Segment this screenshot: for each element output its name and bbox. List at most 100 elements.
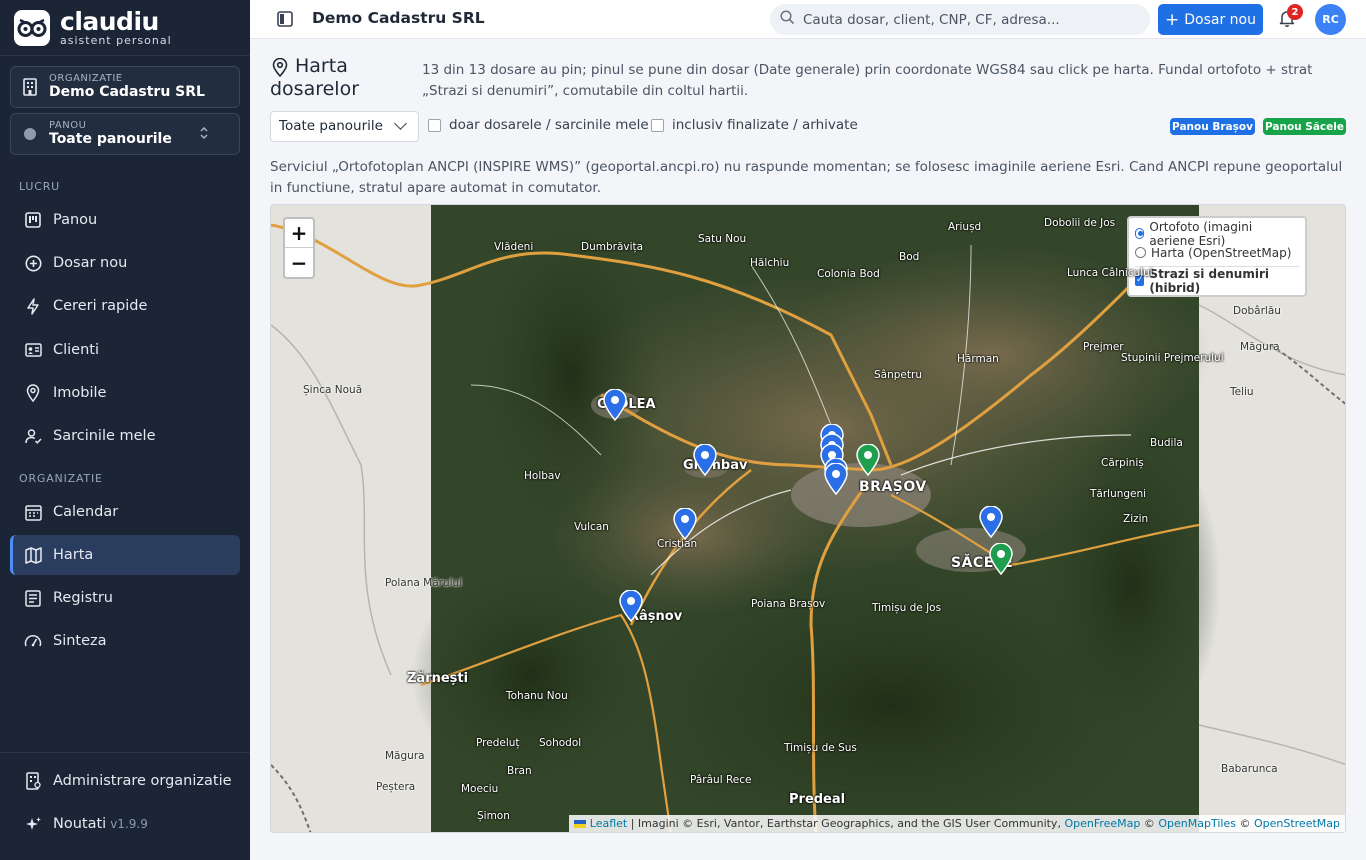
attribution-leaflet-link[interactable]: Leaflet: [590, 817, 627, 830]
owl-logo-icon: [14, 9, 50, 46]
chevron-up-down-icon: [199, 126, 209, 141]
sidebar-toggle-icon[interactable]: [277, 11, 293, 27]
id-card-icon: [24, 341, 42, 359]
include-finished-checkbox[interactable]: inclusiv finalizate / arhivate: [651, 117, 858, 133]
place-label: Dumbrăvița: [581, 241, 644, 253]
case-pin-brasov[interactable]: [693, 444, 717, 476]
panel-selector[interactable]: PANOU Toate panourile: [10, 113, 240, 155]
map-background: [271, 205, 1345, 832]
place-label: Hărman: [957, 353, 999, 365]
place-label: Sohodol: [539, 737, 582, 749]
calendar-icon: [24, 503, 42, 521]
layer-streets-option[interactable]: ✓ Strazi si denumiri (hibrid): [1135, 267, 1299, 295]
checkbox-box[interactable]: [651, 118, 664, 132]
layer-ortho-option[interactable]: Ortofoto (imagini aeriene Esri): [1135, 220, 1299, 248]
nav-item-sarcinile-mele[interactable]: Sarcinile mele: [10, 416, 240, 456]
organization-label: ORGANIZATIE: [49, 73, 123, 85]
nav-item-label: Clienti: [53, 342, 100, 358]
layer-osm-option[interactable]: Harta (OpenStreetMap): [1135, 243, 1299, 262]
place-label: Cărpiniș: [1101, 457, 1144, 469]
place-label: Colonia Bod: [817, 268, 880, 280]
search-input[interactable]: [803, 11, 1133, 28]
organization-value: Demo Cadastru SRL: [49, 84, 205, 101]
attribution-text: | Imagini © Esri, Vantor, Earthstar Geog…: [627, 817, 1065, 830]
app-version: v1.9.9: [110, 817, 148, 831]
new-case-button[interactable]: + Dosar nou: [1158, 4, 1263, 35]
layer-ortho-label: Ortofoto (imagini aeriene Esri): [1149, 219, 1253, 248]
brand-name: claudiu: [60, 7, 159, 36]
place-label: Prejmer: [1083, 341, 1124, 353]
place-label: Hălchiu: [750, 257, 790, 269]
panel-label: PANOU: [49, 120, 87, 132]
place-label: Măgura: [385, 750, 425, 762]
place-label: Vulcan: [574, 521, 609, 533]
nav-item-label: Panou: [53, 212, 98, 228]
place-label: Poiana Brașov: [751, 598, 826, 610]
place-label: Stupinii Prejmerului: [1121, 352, 1224, 364]
case-pin-brasov[interactable]: [979, 506, 1003, 538]
global-search[interactable]: [770, 4, 1150, 35]
building-icon: [21, 78, 39, 96]
place-label: Șinca Nouă: [303, 384, 363, 396]
section-title-work: LUCRU: [19, 180, 61, 193]
nav-item-label: Cereri rapide: [53, 298, 148, 314]
brand[interactable]: claudiu asistent personal: [0, 0, 250, 56]
panel-filter-select[interactable]: Toate panourile: [270, 111, 419, 142]
case-pin-brasov[interactable]: [619, 590, 643, 622]
nav-item-admin[interactable]: Administrare organizatie: [10, 761, 240, 801]
case-pin-brasov[interactable]: [673, 508, 697, 540]
section-title-organization: ORGANIZATIE: [19, 472, 103, 485]
notification-badge: 2: [1287, 4, 1303, 20]
nav-item-label: Calendar: [53, 504, 119, 520]
radio-osm[interactable]: [1135, 247, 1146, 258]
only-mine-checkbox[interactable]: doar dosarele / sarcinile mele: [428, 117, 649, 133]
legend-pill-sacele: Panou Săcele: [1263, 118, 1346, 135]
nav-item-label: Sinteza: [53, 633, 107, 649]
nav-item-news[interactable]: Noutati v1.9.9: [10, 804, 240, 844]
nav-item-imobile[interactable]: Imobile: [10, 373, 240, 413]
sidebar: claudiu asistent personal ORGANIZATIE De…: [0, 0, 250, 860]
case-pin-brasov[interactable]: [603, 389, 627, 421]
plus-icon: +: [1165, 9, 1180, 30]
organization-selector[interactable]: ORGANIZATIE Demo Cadastru SRL: [10, 66, 240, 108]
plus-circle-icon: [24, 254, 42, 272]
map-canvas[interactable]: + − Ortofoto (imagini aeriene Esri) Hart…: [270, 204, 1346, 833]
user-avatar[interactable]: RC: [1315, 4, 1346, 35]
nav-item-panou[interactable]: Panou: [10, 200, 240, 240]
place-label: Zărnești: [407, 671, 469, 686]
zoom-control: + −: [283, 217, 315, 279]
place-label: Timișu de Sus: [784, 742, 857, 754]
include-finished-label: inclusiv finalizate / arhivate: [672, 117, 858, 133]
place-label: Ariușd: [948, 221, 982, 233]
circle-dot-icon: [21, 125, 39, 143]
zoom-in-button[interactable]: +: [285, 219, 313, 248]
sidebar-divider: [0, 752, 250, 753]
place-label: Satu Nou: [698, 233, 747, 245]
nav-item-sinteza[interactable]: Sinteza: [10, 621, 240, 661]
user-check-icon: [24, 427, 42, 445]
place-label: Dobârlău: [1233, 305, 1281, 317]
search-icon: [780, 10, 795, 29]
nav-item-registru[interactable]: Registru: [10, 578, 240, 618]
case-pin-sacele[interactable]: [856, 444, 880, 476]
nav-item-dosar-nou[interactable]: Dosar nou: [10, 243, 240, 283]
nav-item-label: Noutati: [53, 816, 107, 832]
place-label: Măgura: [1240, 341, 1280, 353]
nav-item-calendar[interactable]: Calendar: [10, 492, 240, 532]
place-label: BRAȘOV: [859, 479, 927, 495]
attribution-openmaptiles-link[interactable]: OpenMapTiles: [1158, 817, 1236, 830]
case-pin-sacele[interactable]: [989, 543, 1013, 575]
nav-item-harta[interactable]: Harta: [10, 535, 240, 575]
zoom-out-button[interactable]: −: [285, 248, 313, 277]
attribution-openfreemap-link[interactable]: OpenFreeMap: [1064, 817, 1140, 830]
radio-ortho[interactable]: [1135, 228, 1145, 239]
case-pin-brasov[interactable]: [824, 463, 848, 495]
place-label: Zizin: [1123, 513, 1149, 525]
nav-item-clienti[interactable]: Clienti: [10, 330, 240, 370]
nav-item-cereri-rapide[interactable]: Cereri rapide: [10, 286, 240, 326]
map-attribution: Leaflet | Imagini © Esri, Vantor, Earths…: [569, 815, 1345, 832]
attribution-osm-link[interactable]: OpenStreetMap: [1254, 817, 1340, 830]
only-mine-label: doar dosarele / sarcinile mele: [449, 117, 649, 133]
place-label: Bod: [899, 251, 920, 263]
checkbox-box[interactable]: [428, 118, 441, 132]
